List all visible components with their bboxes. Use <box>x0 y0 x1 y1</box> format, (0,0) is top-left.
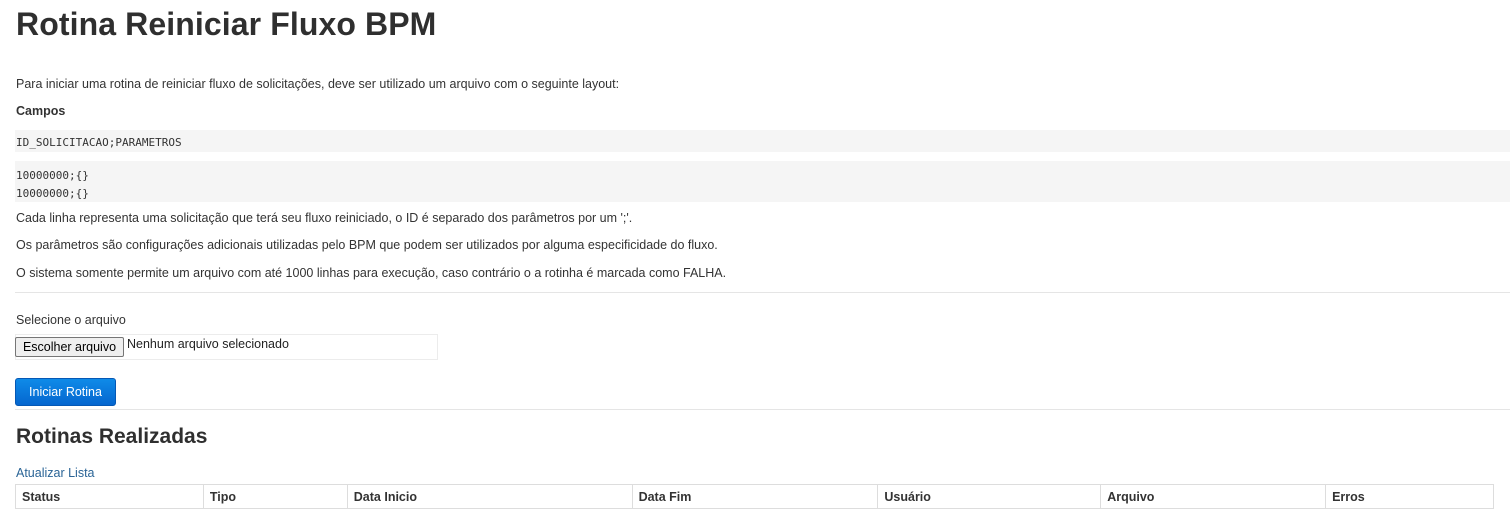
divider <box>15 409 1510 410</box>
file-status-text: Nenhum arquivo selecionado <box>127 337 289 351</box>
column-header-erros[interactable]: Erros <box>1325 484 1494 509</box>
column-header-data-fim[interactable]: Data Fim <box>631 484 879 509</box>
column-header-arquivo[interactable]: Arquivo <box>1100 484 1327 509</box>
column-header-status[interactable]: Status <box>15 484 204 509</box>
intro-text: Para iniciar uma rotina de reiniciar flu… <box>16 77 620 91</box>
layout-example-code: 10000000;{} 10000000;{} <box>15 161 1510 202</box>
refresh-list-link[interactable]: Atualizar Lista <box>16 466 95 480</box>
layout-header-text: ID_SOLICITACAO;PARAMETROS <box>16 136 182 149</box>
routines-table: Status Tipo Data Inicio Data Fim Usuário… <box>15 484 1494 509</box>
layout-header-code: ID_SOLICITACAO;PARAMETROS <box>15 130 1510 152</box>
file-input-label: Selecione o arquivo <box>16 313 126 327</box>
description-line: Cada linha representa uma solicitação qu… <box>16 211 633 225</box>
column-header-tipo[interactable]: Tipo <box>202 484 348 509</box>
table-header-row: Status Tipo Data Inicio Data Fim Usuário… <box>15 484 1494 509</box>
column-header-usuario[interactable]: Usuário <box>877 484 1102 509</box>
start-routine-button[interactable]: Iniciar Rotina <box>15 378 116 406</box>
history-title: Rotinas Realizadas <box>16 425 208 448</box>
choose-file-button[interactable]: Escolher arquivo <box>15 337 124 357</box>
description-limit: O sistema somente permite um arquivo com… <box>16 266 727 280</box>
fields-heading: Campos <box>16 104 66 118</box>
divider <box>15 292 1510 293</box>
description-params: Os parâmetros são configurações adiciona… <box>16 238 718 252</box>
page-title: Rotina Reiniciar Fluxo BPM <box>16 6 437 42</box>
column-header-data-inicio[interactable]: Data Inicio <box>346 484 633 509</box>
layout-example-line: 10000000;{} <box>16 169 89 182</box>
layout-example-line: 10000000;{} <box>16 187 89 200</box>
